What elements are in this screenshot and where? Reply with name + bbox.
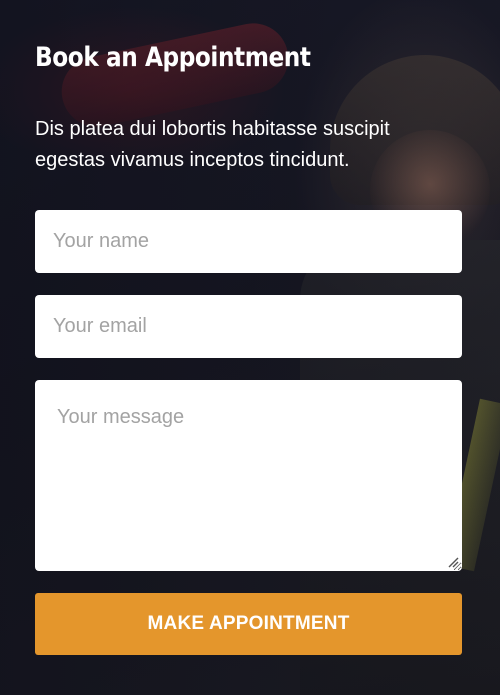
message-textarea[interactable] [35, 380, 462, 571]
email-input[interactable] [35, 295, 462, 358]
form-subtitle: Dis platea dui lobortis habitasse suscip… [35, 118, 390, 171]
make-appointment-button[interactable]: MAKE APPOINTMENT [35, 593, 462, 655]
name-input[interactable] [35, 210, 462, 273]
form-title: Book an Appointment [35, 42, 311, 73]
